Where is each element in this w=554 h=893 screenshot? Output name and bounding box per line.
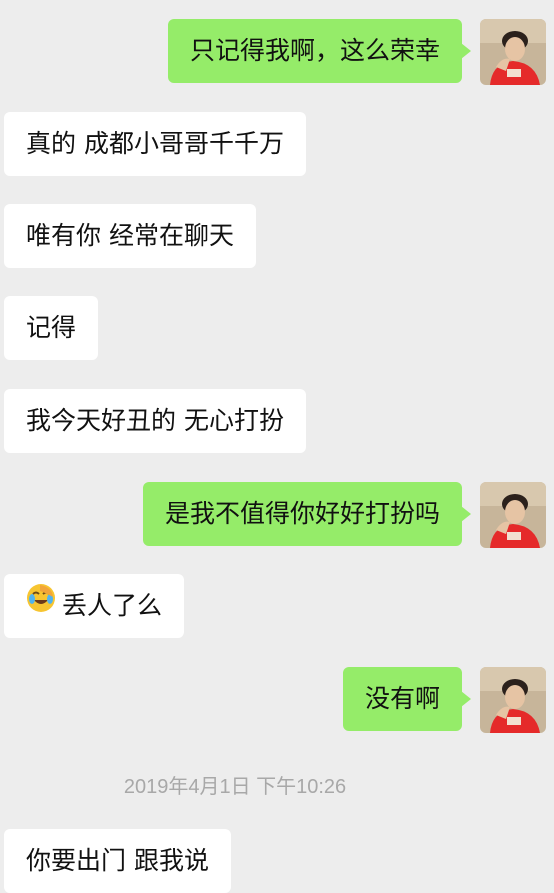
message-timestamp: 2019年4月1日 下午10:26 bbox=[123, 776, 347, 798]
message-text: 丢人了么 bbox=[62, 591, 163, 620]
incoming-message-bubble[interactable]: 你要出门 跟我说 bbox=[4, 829, 231, 893]
my-avatar[interactable] bbox=[480, 19, 546, 85]
my-avatar[interactable] bbox=[480, 482, 546, 548]
incoming-message-bubble[interactable]: 我今天好丑的 无心打扮 bbox=[4, 389, 306, 453]
outgoing-message-bubble[interactable]: 是我不值得你好好打扮吗 bbox=[142, 482, 472, 546]
message-text: 没有啊 bbox=[364, 684, 440, 713]
outgoing-message-bubble[interactable]: 只记得我啊，这么荣幸 bbox=[167, 19, 472, 83]
message-text: 是我不值得你好好打扮吗 bbox=[164, 499, 440, 528]
message-text: 只记得我啊，这么荣幸 bbox=[189, 36, 440, 65]
message-text: 真的 成都小哥哥千千万 bbox=[26, 129, 284, 158]
outgoing-message-bubble[interactable]: 没有啊 bbox=[342, 667, 472, 731]
my-avatar[interactable] bbox=[480, 667, 546, 733]
message-text: 我今天好丑的 无心打扮 bbox=[26, 406, 284, 435]
message-text: 唯有你 经常在聊天 bbox=[26, 221, 234, 250]
incoming-message-bubble[interactable]: 丢人了么 bbox=[4, 573, 185, 638]
incoming-message-bubble[interactable]: 记得 bbox=[4, 296, 99, 360]
chat-area[interactable]: 只记得我啊，这么荣幸 真的 成都小哥哥千千万 唯有你 经常在聊天 记得 我今天好… bbox=[0, 0, 554, 893]
incoming-message-bubble[interactable]: 真的 成都小哥哥千千万 bbox=[4, 112, 306, 176]
avatar-photo bbox=[480, 19, 546, 85]
avatar-photo bbox=[480, 667, 546, 733]
message-text: 你要出门 跟我说 bbox=[26, 846, 209, 875]
facepalm-laugh-emoji-icon bbox=[26, 573, 56, 637]
message-text: 记得 bbox=[26, 313, 77, 342]
incoming-message-bubble[interactable]: 唯有你 经常在聊天 bbox=[4, 204, 256, 268]
avatar-photo bbox=[480, 482, 546, 548]
